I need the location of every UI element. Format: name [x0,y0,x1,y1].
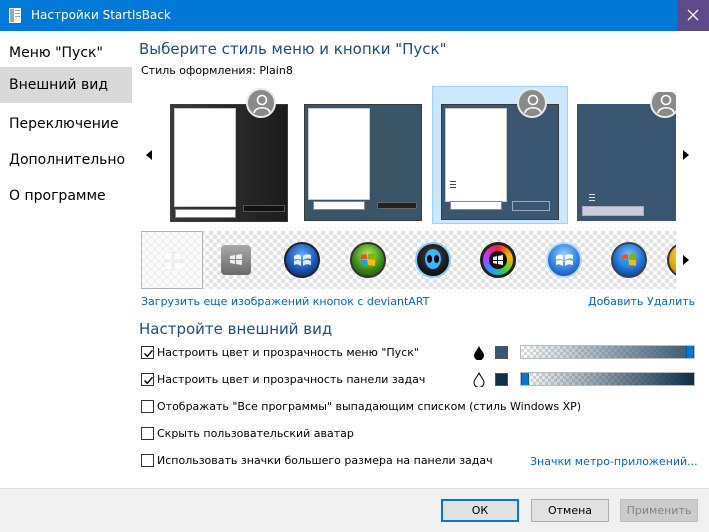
orb-option-vista-green[interactable] [337,231,399,289]
sidebar-item-switching[interactable]: Переключение [0,106,132,142]
remove-orb-link[interactable]: Удалить [647,295,695,308]
sidebar: Меню "Пуск" Внешний вид Переключение Доп… [0,31,132,488]
checkbox-label: Скрыть пользовательский аватар [157,427,354,440]
style-thumbnail-4[interactable] [576,92,676,224]
cancel-button[interactable]: Отмена [531,499,609,522]
apply-button[interactable]: Применить [620,499,698,522]
checkbox-label: Отображать "Все программы" выпадающим сп… [157,400,582,413]
option-all-programs-dropdown[interactable]: Отображать "Все программы" выпадающим сп… [141,399,581,415]
appearance-section-heading: Настройте внешний вид [139,320,333,338]
sidebar-item-advanced[interactable]: Дополнительно [0,142,132,178]
checkmark-icon [144,349,154,358]
close-icon [687,9,699,21]
checkbox-label: Использовать значки большего размера на … [157,454,493,467]
ok-button[interactable]: ОК [441,499,519,522]
avatar-icon [246,88,276,118]
checkbox[interactable] [141,427,154,440]
sidebar-item-label: Меню "Пуск" [9,45,103,61]
style-thumbnail-1[interactable] [168,88,288,224]
style-label-text: Стиль оформления: [141,64,256,77]
sidebar-item-label: Внешний вид [9,77,109,93]
checkbox[interactable] [141,346,154,359]
start-button-orb-strip [141,231,676,289]
windows-7-blue-orb-icon [546,242,582,278]
taskbar-opacity-thumb[interactable] [521,373,529,385]
blank-orb-icon [164,252,182,270]
avatar-icon [517,88,547,118]
taskbar-color-swatch[interactable] [495,373,508,386]
option-large-taskbar-icons[interactable]: Использовать значки большего размера на … [141,453,493,469]
sidebar-item-appearance[interactable]: Внешний вид [0,67,132,103]
yellow-orb-icon [667,242,676,278]
orb-option-gray[interactable] [206,231,268,289]
thumbnails-prev-arrow[interactable] [146,150,152,160]
checkbox[interactable] [141,400,154,413]
vista-green-orb-icon [350,242,386,278]
alien-orb-icon [415,242,451,278]
style-thumbnail-3[interactable] [432,86,568,224]
sidebar-item-label: О программе [9,188,106,204]
style-value: Plain8 [259,64,293,77]
app-icon [9,8,21,23]
metro-icons-link[interactable]: Значки метро-приложений... [530,455,698,468]
option-hide-avatar[interactable]: Скрыть пользовательский аватар [141,426,361,442]
style-thumbnail-2[interactable] [303,104,423,224]
orbs-next-arrow[interactable] [683,255,689,265]
orb-option-windows-7-blue[interactable] [533,231,595,289]
filled-drop-icon [474,346,484,360]
checkmark-icon [144,376,154,385]
orb-option-windows-blue[interactable] [271,231,333,289]
windows-blue-orb-icon [284,242,320,278]
sidebar-item-start-menu[interactable]: Меню "Пуск" [0,35,132,71]
checkbox-label: Настроить цвет и прозрачность меню "Пуск… [157,346,419,359]
orb-option-yellow[interactable] [663,231,676,289]
title-bar: Настройки StartIsBack [0,0,709,31]
deviantart-download-link[interactable]: Загрузить еще изображений кнопок с devia… [141,295,429,308]
orb-option-vista[interactable] [598,231,660,289]
orb-option-rainbow[interactable] [467,231,529,289]
checkbox-label: Настроить цвет и прозрачность панели зад… [157,373,426,386]
menu-opacity-fill [521,346,694,358]
sidebar-item-label: Дополнительно [9,152,126,168]
style-label: Стиль оформления: Plain8 [141,64,293,77]
gray-windows-orb-icon [221,245,251,275]
orb-option-blank[interactable] [141,231,203,289]
checkbox[interactable] [141,454,154,467]
sidebar-item-about[interactable]: О программе [0,178,132,214]
option-start-menu-color[interactable]: Настроить цвет и прозрачность меню "Пуск… [141,345,461,361]
rainbow-orb-icon [480,242,516,278]
thumbnails-next-arrow[interactable] [683,150,689,160]
checkbox[interactable] [141,373,154,386]
empty-drop-icon [473,372,485,387]
style-section-heading: Выберите стиль меню и кнопки "Пуск" [139,40,447,58]
dialog-button-bar: ОК Отмена Применить [0,488,709,532]
menu-color-swatch[interactable] [495,346,508,359]
menu-opacity-slider[interactable] [520,345,695,359]
taskbar-opacity-slider[interactable] [520,372,695,386]
window-title: Настройки StartIsBack [31,8,171,22]
option-taskbar-color[interactable]: Настроить цвет и прозрачность панели зад… [141,372,461,388]
sidebar-item-label: Переключение [9,116,119,132]
taskbar-opacity-fill [521,373,694,385]
orb-option-alien[interactable] [402,231,464,289]
close-button[interactable] [677,0,709,31]
menu-opacity-thumb[interactable] [686,346,694,358]
add-orb-link[interactable]: Добавить [588,295,643,308]
vista-orb-icon [611,242,647,278]
